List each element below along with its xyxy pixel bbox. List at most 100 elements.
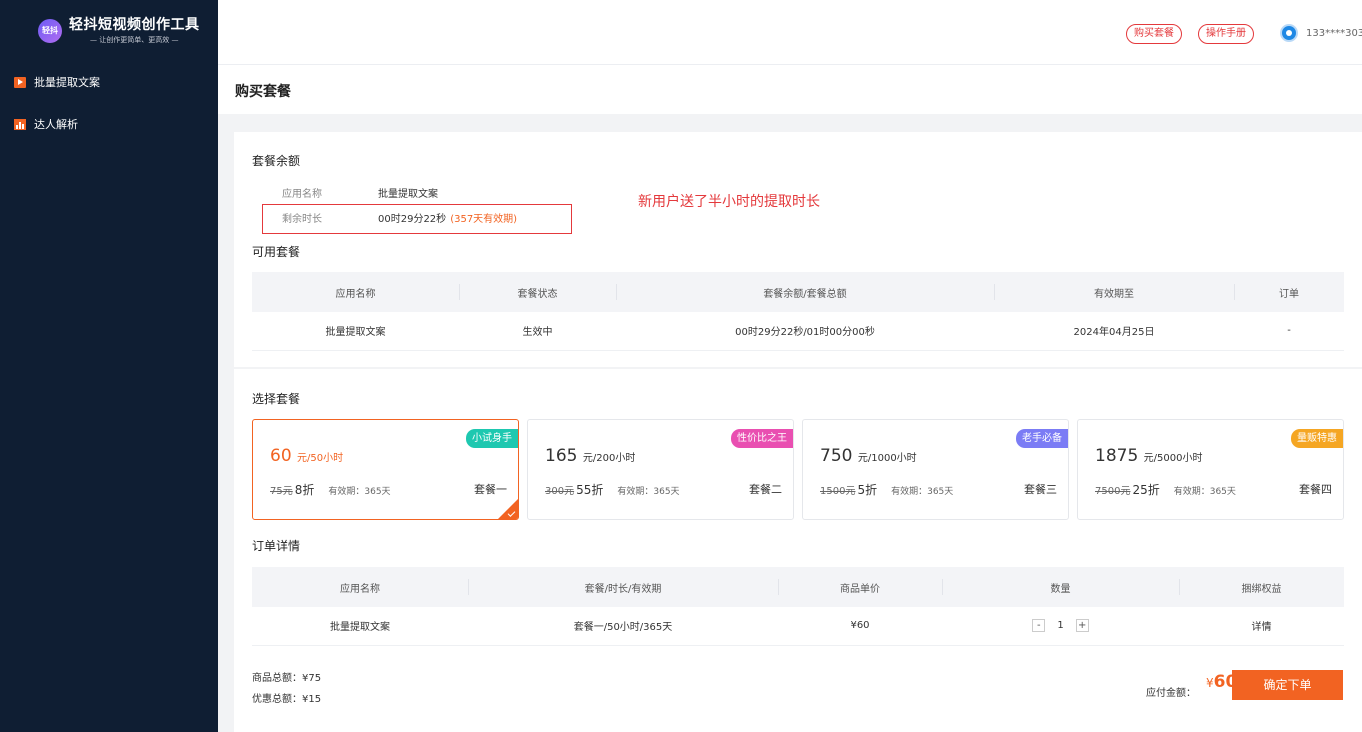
table-row: 批量提取文案 套餐一/50小时/365天 ¥60 - 1 + 详情 <box>252 607 1344 646</box>
validity: 有效期：365天 <box>891 487 954 497</box>
brand-logo: 轻抖 <box>38 18 62 43</box>
quantity-stepper: - 1 + <box>1032 619 1089 633</box>
original-price: 7500元 <box>1095 486 1131 497</box>
brand-subtitle: — 让创作更简单、更高效 — <box>90 36 179 44</box>
table-cell: - <box>1234 312 1344 351</box>
price-value: 60 <box>270 446 292 466</box>
brand-title: 轻抖短视频创作工具 <box>69 17 200 33</box>
discount: 5折 <box>857 483 878 497</box>
package-details: 7500元 25折 有效期：365天 <box>1095 481 1236 498</box>
currency-symbol: ¥ <box>1206 676 1214 690</box>
price-unit: 元/1000小时 <box>857 453 917 464</box>
bar-chart-icon <box>14 118 26 130</box>
package-card-3[interactable]: 老手必备 750 元/1000小时 1500元 5折 有效期：365天 套餐三 <box>802 419 1069 520</box>
buy-package-button[interactable]: 购买套餐 <box>1126 24 1182 44</box>
package-tag: 小试身手 <box>466 429 518 448</box>
validity: 有效期：365天 <box>328 487 391 497</box>
page-title: 购买套餐 <box>235 84 291 100</box>
package-card-2[interactable]: 性价比之王 165 元/200小时 300元 55折 有效期：365天 套餐二 <box>527 419 794 520</box>
table-header: 捆绑权益 <box>1179 567 1344 607</box>
original-price: 1500元 <box>820 486 856 497</box>
play-icon <box>14 76 26 88</box>
manual-button[interactable]: 操作手册 <box>1198 24 1254 44</box>
table-cell: 生效中 <box>459 312 616 351</box>
package-name: 套餐一 <box>474 483 507 496</box>
table-header: 数量 <box>942 567 1179 607</box>
package-details: 75元 8折 有效期：365天 <box>270 481 391 498</box>
remaining-time: 00时29分22秒 <box>378 214 447 225</box>
discount-total: 优惠总额：¥15 <box>252 694 322 705</box>
package-price: 1875 元/5000小时 <box>1095 446 1203 466</box>
avatar <box>1280 24 1298 42</box>
validity: 有效期：365天 <box>1173 487 1236 497</box>
remaining-value: 00时29分22秒 (357天有效期) <box>378 210 517 225</box>
annotation-note: 新用户送了半小时的提取时长 <box>638 194 820 210</box>
table-header: 应用名称 <box>252 567 468 607</box>
pay-label: 应付金额： <box>1146 688 1196 699</box>
package-tag: 老手必备 <box>1016 429 1068 448</box>
top-bar: 购买套餐 操作手册 133****3033 <box>218 0 1362 64</box>
package-details: 1500元 5折 有效期：365天 <box>820 481 953 498</box>
table-cell: 批量提取文案 <box>252 312 459 351</box>
package-price: 60 元/50小时 <box>270 446 343 466</box>
price-value: 750 <box>820 446 853 466</box>
table-header: 订单 <box>1234 272 1344 312</box>
table-row: 批量提取文案 生效中 00时29分22秒/01时00分00秒 2024年04月2… <box>252 312 1344 351</box>
order-section-title: 订单详情 <box>252 539 301 553</box>
table-cell: ¥60 <box>778 607 942 646</box>
table-header: 有效期至 <box>994 272 1234 312</box>
package-price: 165 元/200小时 <box>545 446 635 466</box>
original-price: 75元 <box>270 486 293 497</box>
table-header: 套餐/时长/有效期 <box>468 567 778 607</box>
package-card-1[interactable]: 小试身手 60 元/50小时 75元 8折 有效期：365天 套餐一 <box>252 419 519 520</box>
quantity-cell: - 1 + <box>942 607 1179 646</box>
discount: 55折 <box>576 483 604 497</box>
package-card-4[interactable]: 量贩特惠 1875 元/5000小时 7500元 25折 有效期：365天 套餐… <box>1077 419 1344 520</box>
original-price: 300元 <box>545 486 575 497</box>
sidebar: 轻抖 轻抖短视频创作工具 — 让创作更简单、更高效 — 批量提取文案 达人解析 <box>0 0 218 732</box>
available-section-title: 可用套餐 <box>252 245 301 259</box>
quantity-plus-button[interactable]: + <box>1075 619 1089 633</box>
price-value: 1875 <box>1095 446 1139 466</box>
package-tag: 量贩特惠 <box>1291 429 1343 448</box>
app-name-label: 应用名称 <box>282 189 322 200</box>
table-cell: 00时29分22秒/01时00分00秒 <box>616 312 994 351</box>
balance-panel: 套餐余额 应用名称 批量提取文案 剩余时长 00时29分22秒 (357天有效期)… <box>234 132 1362 367</box>
discount: 8折 <box>294 483 315 497</box>
order-table: 应用名称 套餐/时长/有效期 商品单价 数量 捆绑权益 批量提取文案 套餐一/5… <box>252 567 1344 646</box>
price-value: 165 <box>545 446 578 466</box>
price-unit: 元/200小时 <box>582 453 636 464</box>
selected-corner <box>498 499 518 519</box>
quantity-minus-button[interactable]: - <box>1032 619 1046 633</box>
sidebar-item-label: 批量提取文案 <box>34 76 100 89</box>
package-name: 套餐二 <box>749 483 782 496</box>
package-tag: 性价比之王 <box>731 429 793 448</box>
app-name-value: 批量提取文案 <box>378 189 438 200</box>
sidebar-item-batch-extract[interactable]: 批量提取文案 <box>14 74 100 90</box>
discount: 25折 <box>1132 483 1160 497</box>
sidebar-item-label: 达人解析 <box>34 118 78 131</box>
user-menu[interactable]: 133****3033 <box>1280 24 1362 42</box>
table-header-row: 应用名称 套餐状态 套餐余额/套餐总额 有效期至 订单 <box>252 272 1344 312</box>
table-header: 应用名称 <box>252 272 459 312</box>
quantity-value[interactable]: 1 <box>1057 620 1063 631</box>
submit-order-button[interactable]: 确定下单 <box>1232 670 1343 700</box>
goods-total: 商品总额：¥75 <box>252 673 322 684</box>
table-header-row: 应用名称 套餐/时长/有效期 商品单价 数量 捆绑权益 <box>252 567 1344 607</box>
user-phone: 133****3033 <box>1306 27 1362 39</box>
table-cell: 套餐一/50小时/365天 <box>468 607 778 646</box>
price-unit: 元/5000小时 <box>1143 453 1203 464</box>
price-unit: 元/50小时 <box>297 453 344 464</box>
bundle-details-link[interactable]: 详情 <box>1179 607 1344 646</box>
validity: 有效期：365天 <box>617 487 680 497</box>
packages-section-title: 选择套餐 <box>252 392 301 406</box>
package-name: 套餐三 <box>1024 483 1057 496</box>
package-details: 300元 55折 有效期：365天 <box>545 481 680 498</box>
purchase-panel: 选择套餐 小试身手 60 元/50小时 75元 8折 有效期：365天 套餐一 … <box>234 369 1362 732</box>
sidebar-item-influencer[interactable]: 达人解析 <box>14 116 78 132</box>
brand[interactable]: 轻抖 轻抖短视频创作工具 — 让创作更简单、更高效 — <box>38 16 200 45</box>
remaining-label: 剩余时长 <box>282 214 322 225</box>
package-price: 750 元/1000小时 <box>820 446 917 466</box>
page-header: 购买套餐 <box>218 64 1362 114</box>
table-header: 商品单价 <box>778 567 942 607</box>
